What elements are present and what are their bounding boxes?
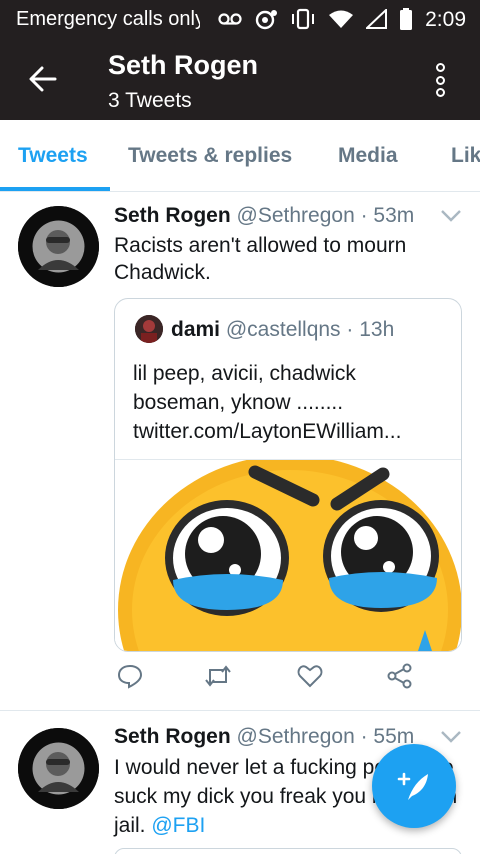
tab-tweets-and-replies[interactable]: Tweets & replies (128, 144, 292, 168)
quoted-header: dami @castellqns · 13h (171, 318, 394, 342)
reply-icon (117, 664, 143, 689)
alarm-icon (254, 8, 278, 30)
tweet-header: Seth Rogen @Sethregon · 55m (114, 725, 414, 749)
quoted-media-image[interactable] (115, 459, 461, 651)
quoted-time: · 13h (346, 318, 395, 341)
retweet-button[interactable] (204, 662, 232, 690)
tweet-text: Racists aren't allowed to mourn Chadwick… (114, 234, 407, 284)
author-handle: @Sethregon (236, 725, 355, 748)
next-media-card (114, 848, 462, 854)
tab-tweets[interactable]: Tweets (18, 144, 88, 168)
vibrate-icon (290, 8, 316, 30)
quoted-text: lil peep, avicii, chadwick boseman, ykno… (133, 359, 453, 446)
crying-emoji-image (115, 460, 461, 651)
back-button[interactable] (24, 60, 62, 98)
compose-tweet-button[interactable] (372, 744, 456, 828)
tweet-count: 3 Tweets (108, 89, 192, 112)
tweet-time: · 53m (360, 204, 415, 227)
tweet-options-button[interactable] (440, 730, 462, 744)
avatar[interactable] (18, 206, 99, 287)
author-handle: @Sethregon (236, 204, 355, 227)
share-icon (387, 663, 412, 689)
quoted-text-line: boseman, yknow ........ (133, 391, 344, 414)
retweet-icon (205, 665, 231, 687)
carrier-text: Emergency calls only (16, 7, 200, 30)
quoted-author-name: dami (171, 318, 221, 341)
active-tab-indicator (0, 187, 110, 191)
tab-media[interactable]: Media (338, 144, 398, 168)
voicemail-icon (218, 12, 242, 26)
reply-button[interactable] (116, 662, 144, 690)
battery-icon (400, 8, 412, 30)
avatar[interactable] (18, 728, 99, 809)
heart-icon (297, 665, 323, 688)
tweet-header: Seth Rogen @Sethregon · 53m (114, 204, 414, 228)
quoted-text-line: lil peep, avicii, chadwick (133, 362, 356, 385)
status-bar: Emergency calls only 2:09 (0, 0, 480, 38)
compose-feather-icon (397, 772, 428, 800)
tweet-actions (114, 662, 414, 692)
quoted-author-handle: @castellqns (225, 318, 341, 341)
wifi-icon (328, 9, 354, 29)
chevron-down-icon (441, 210, 461, 222)
app-bar: Seth Rogen 3 Tweets (0, 38, 480, 120)
tab-likes[interactable]: Likes (451, 144, 480, 168)
back-arrow-icon (29, 66, 57, 92)
author-name[interactable]: Seth Rogen (114, 725, 231, 748)
chevron-down-icon (441, 731, 461, 743)
more-dot-icon (435, 63, 445, 72)
quoted-link[interactable]: twitter.com/LaytonEWilliam... (133, 417, 453, 446)
author-name[interactable]: Seth Rogen (114, 204, 231, 227)
more-dot-icon (435, 75, 445, 85)
share-button[interactable] (386, 662, 414, 690)
quoted-avatar (135, 315, 163, 343)
page-title: Seth Rogen (108, 50, 259, 80)
overflow-menu-button[interactable] (428, 60, 452, 100)
signal-icon (366, 9, 388, 29)
quoted-tweet[interactable]: dami @castellqns · 13h lil peep, avicii,… (114, 298, 462, 652)
clock: 2:09 (425, 8, 466, 31)
status-icons (218, 0, 412, 38)
tweet-options-button[interactable] (440, 209, 462, 223)
like-button[interactable] (296, 662, 324, 690)
mention-link[interactable]: @FBI (151, 814, 205, 837)
tweet[interactable]: Seth Rogen @Sethregon · 53m Racists aren… (0, 192, 480, 708)
profile-tabs: Tweets Tweets & replies Media Likes (0, 120, 480, 192)
more-dot-icon (435, 88, 445, 97)
